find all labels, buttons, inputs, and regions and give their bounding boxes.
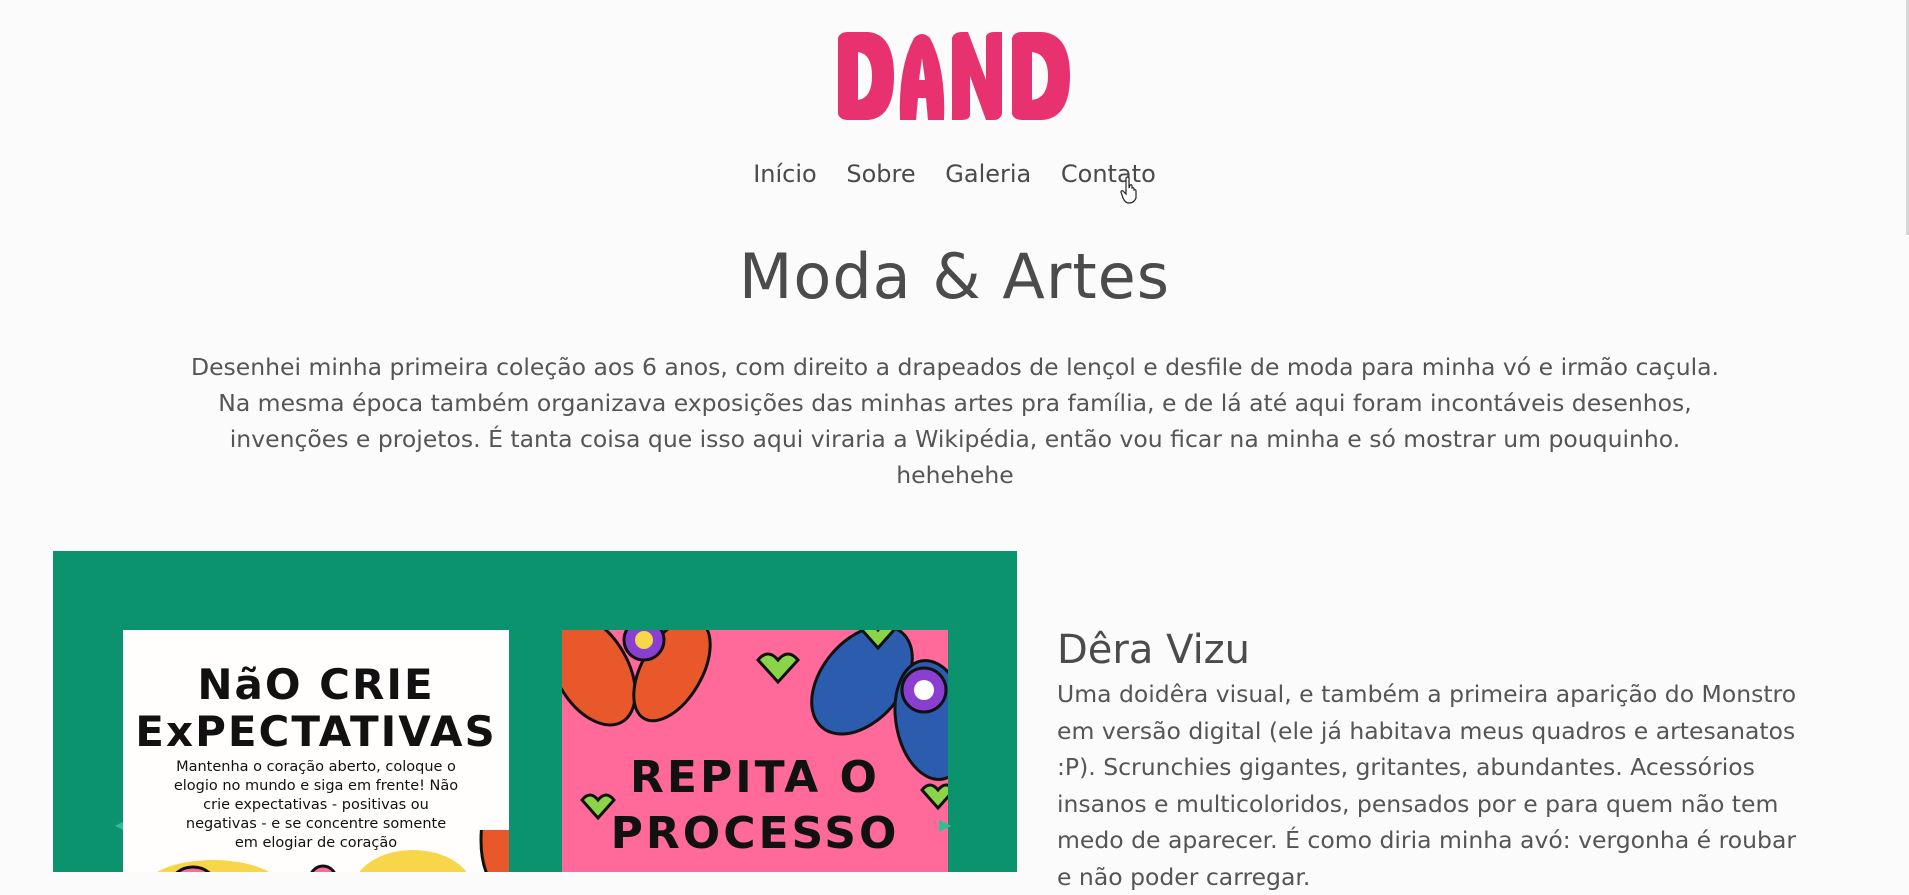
nav-item-galeria[interactable]: Galeria [945, 160, 1031, 188]
intro-paragraph: Desenhei minha primeira coleção aos 6 an… [190, 353, 1720, 489]
nav-item-contato[interactable]: Contato [1061, 160, 1156, 188]
nav-item-sobre[interactable]: Sobre [846, 160, 915, 188]
poster-headline-1: REPITA O [630, 752, 880, 803]
poster-headline-2: PROCESSO [610, 808, 900, 859]
main-nav: Início Sobre Galeria Contato [0, 160, 1909, 188]
poster-flower-art [157, 830, 509, 872]
poster-headline-2: ExPECTATIVAS [135, 707, 497, 756]
carousel-next-icon[interactable]: ▶ [939, 815, 951, 834]
gallery-carousel: ◀ NãO CRIE ExPECTATIVAS Mantenha o coraç… [53, 551, 1017, 872]
gallery-card-nao-crie-expectativas[interactable]: NãO CRIE ExPECTATIVAS Mantenha o coração… [123, 630, 509, 872]
dand-logo[interactable] [830, 28, 1100, 124]
nav-item-inicio[interactable]: Início [753, 160, 817, 188]
page-title: Moda & Artes [738, 240, 1171, 313]
poster-headline-1: NãO CRIE [197, 660, 435, 709]
gallery-card-repita-o-processo[interactable]: REPITA O PROCESSO [562, 630, 948, 872]
feature-description: Uma doidêra visual, e também a primeira … [1057, 680, 1797, 891]
feature-title: Dêra Vizu [1057, 627, 1251, 673]
hand-cursor-icon [1120, 176, 1137, 204]
